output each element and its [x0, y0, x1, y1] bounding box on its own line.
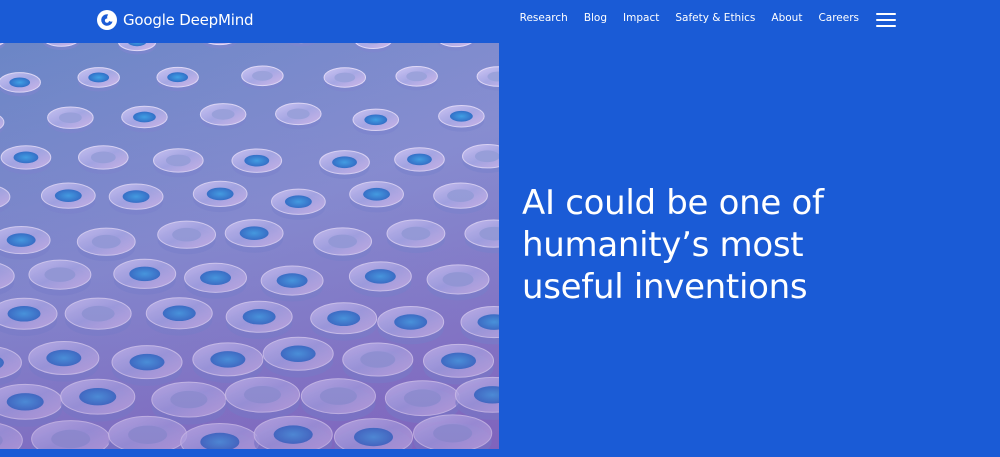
nav-link-blog[interactable]: Blog: [584, 12, 607, 24]
hamburger-menu-icon[interactable]: [876, 12, 896, 28]
nav-link-about[interactable]: About: [771, 12, 802, 24]
nav-link-safety-ethics[interactable]: Safety & Ethics: [675, 12, 755, 24]
headline-line: humanity’s most: [522, 225, 804, 265]
deepmind-logo-icon: [97, 10, 117, 30]
menu-line: [876, 13, 896, 15]
menu-line: [876, 25, 896, 27]
brand-name: Google DeepMind: [123, 11, 254, 29]
hero-image: [0, 43, 499, 449]
headline-line: AI could be one of: [522, 183, 824, 223]
main-nav: Research Blog Impact Safety & Ethics Abo…: [520, 12, 859, 24]
menu-line: [876, 19, 896, 21]
glass-discs-artwork: [0, 43, 499, 449]
nav-link-research[interactable]: Research: [520, 12, 568, 24]
headline-line: useful inventions: [522, 267, 808, 307]
nav-link-careers[interactable]: Careers: [818, 12, 859, 24]
brand-logo[interactable]: Google DeepMind: [97, 9, 254, 31]
site-header: Google DeepMind Research Blog Impact Saf…: [0, 0, 1000, 42]
hero-headline: AI could be one of humanity’s most usefu…: [522, 182, 962, 308]
nav-link-impact[interactable]: Impact: [623, 12, 659, 24]
